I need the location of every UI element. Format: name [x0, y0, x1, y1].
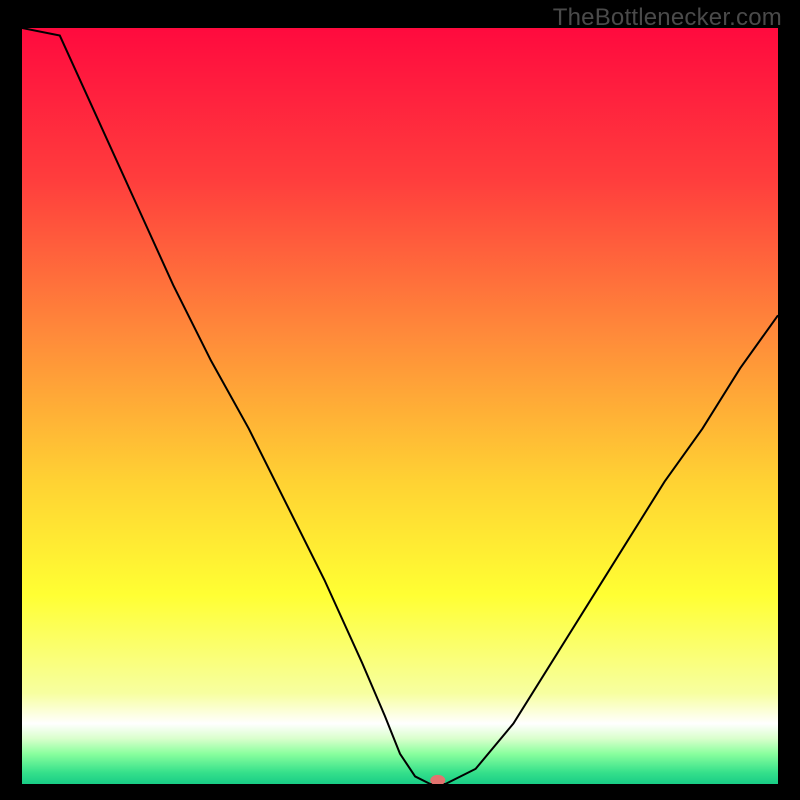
chart-frame: TheBottlenecker.com — [0, 0, 800, 800]
bottleneck-chart — [22, 28, 778, 784]
plot-background — [22, 28, 778, 784]
